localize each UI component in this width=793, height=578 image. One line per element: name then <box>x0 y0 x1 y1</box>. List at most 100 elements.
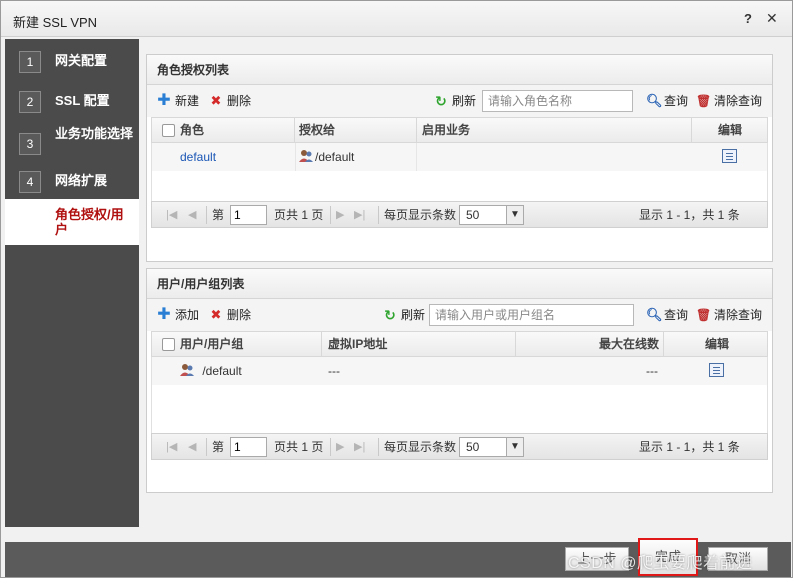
user-search-input[interactable] <box>429 304 634 326</box>
dialog-title: 新建 SSL VPN <box>13 15 98 30</box>
table-row[interactable]: default /default <box>152 143 767 171</box>
step-gateway-config[interactable]: 1 网关配置 <box>5 41 139 81</box>
user-grid-header: 用户/用户组 虚拟IP地址 最大在线数 编辑 <box>151 331 768 357</box>
step-number: 1 <box>19 51 41 73</box>
column-user[interactable]: 用户/用户组 <box>180 332 322 356</box>
help-icon[interactable]: ? <box>744 11 752 26</box>
delete-label: 删除 <box>227 308 252 322</box>
step-role-authorization[interactable]: 5 角色授权/用户 <box>5 199 139 245</box>
per-page-label: 每页显示条数 <box>384 440 457 454</box>
column-edit: 编辑 <box>705 337 730 351</box>
step-label: 网络扩展 <box>55 173 108 188</box>
column-grant[interactable]: 授权给 <box>297 118 417 142</box>
previous-step-button[interactable]: 上一步 <box>565 547 629 571</box>
first-page-icon[interactable]: |◀ <box>166 440 177 454</box>
select-all-checkbox[interactable] <box>162 124 175 137</box>
clear-filter-icon: 🗑︎ <box>696 308 712 322</box>
user-value: /default <box>202 364 242 378</box>
search-icon: 🔍︎ <box>646 307 663 322</box>
page-total: 页共 1 页 <box>274 208 324 222</box>
refresh-user-button[interactable]: ↻ 刷新 <box>383 307 425 323</box>
user-pagination: |◀ ◀ 第 页共 1 页 ▶ ▶| 每页显示条数 50 ▼ 显示 1 - 1，… <box>151 433 768 460</box>
virtual-ip-cell: --- <box>328 364 340 378</box>
wizard-steps-nav: 1 网关配置 2 SSL 配置 3 业务功能选择 4 网络扩展 5 角色授权/用… <box>5 39 139 527</box>
close-icon[interactable]: ✕ <box>766 10 778 27</box>
clear-query-label: 清除查询 <box>714 308 763 322</box>
delete-label: 删除 <box>227 94 252 108</box>
query-role-button[interactable]: 🔍︎ 查询 <box>646 93 688 109</box>
step-ssl-config[interactable]: 2 SSL 配置 <box>5 81 139 121</box>
per-page-value: 50 <box>466 440 480 454</box>
pager-divider <box>206 438 207 456</box>
add-user-button[interactable]: ✚ 添加 <box>157 307 199 323</box>
query-user-button[interactable]: 🔍︎ 查询 <box>646 307 688 323</box>
table-row[interactable]: /default --- --- <box>152 357 767 385</box>
column-max-online[interactable]: 最大在线数 <box>518 332 664 356</box>
pager-summary: 显示 1 - 1，共 1 条 <box>639 208 740 222</box>
user-toolbar: ✚ 添加 ✖ 删除 ↻ 刷新 🔍︎ 查询 🗑︎ 清除查询 <box>147 299 772 331</box>
per-page-select[interactable]: 50 ▼ <box>459 205 524 225</box>
clear-user-query-button[interactable]: 🗑︎ 清除查询 <box>696 307 762 323</box>
step-number: 4 <box>19 171 41 193</box>
step-network-extension[interactable]: 4 网络扩展 <box>5 161 139 201</box>
user-grid-body: /default --- --- <box>151 357 768 433</box>
dialog-footer: 上一步 完成 取消 <box>5 538 791 577</box>
page-number-input[interactable] <box>230 437 267 457</box>
refresh-icon: ↻ <box>435 93 447 109</box>
select-all-checkbox[interactable] <box>162 338 175 351</box>
edit-icon[interactable] <box>722 149 737 163</box>
column-virtual-ip[interactable]: 虚拟IP地址 <box>324 332 516 356</box>
refresh-label: 刷新 <box>401 308 426 322</box>
user-group-panel: 用户/用户组列表 ✚ 添加 ✖ 删除 ↻ 刷新 🔍︎ 查询 🗑︎ 清除查询 <box>146 268 773 493</box>
pager-summary: 显示 1 - 1，共 1 条 <box>639 440 740 454</box>
delete-user-button[interactable]: ✖ 删除 <box>209 307 251 323</box>
step-label: 业务功能选择 <box>55 126 134 141</box>
clear-query-label: 清除查询 <box>714 94 763 108</box>
last-page-icon[interactable]: ▶| <box>354 208 365 222</box>
row-divider <box>416 143 417 171</box>
column-edit: 编辑 <box>718 123 743 137</box>
query-label: 查询 <box>664 308 689 322</box>
finish-button[interactable]: 完成 <box>638 538 698 576</box>
clear-role-query-button[interactable]: 🗑︎ 清除查询 <box>696 93 762 109</box>
page-number-input[interactable] <box>230 205 267 225</box>
last-page-icon[interactable]: ▶| <box>354 440 365 454</box>
edit-cell <box>709 363 724 377</box>
refresh-icon: ↻ <box>384 307 396 323</box>
user-group-icon <box>180 364 194 376</box>
new-label: 新建 <box>175 94 200 108</box>
next-page-icon[interactable]: ▶ <box>336 208 344 222</box>
prev-page-icon[interactable]: ◀ <box>188 208 196 222</box>
new-ssl-vpn-dialog: 新建 SSL VPN ? ✕ 1 网关配置 2 SSL 配置 3 业务功能选择 … <box>0 0 793 578</box>
column-services[interactable]: 启用业务 <box>420 118 692 142</box>
page-prefix: 第 <box>212 440 225 454</box>
first-page-icon[interactable]: |◀ <box>166 208 177 222</box>
grant-cell: /default <box>299 143 354 171</box>
role-toolbar: ✚ 新建 ✖ 删除 ↻ 刷新 🔍︎ 查询 🗑︎ 清除查询 <box>147 85 772 117</box>
page-prefix: 第 <box>212 208 225 222</box>
prev-page-icon[interactable]: ◀ <box>188 440 196 454</box>
pager-divider <box>330 206 331 224</box>
per-page-label: 每页显示条数 <box>384 208 457 222</box>
column-role[interactable]: 角色 <box>180 118 295 142</box>
step-number: 5 <box>19 211 41 233</box>
next-page-icon[interactable]: ▶ <box>336 440 344 454</box>
delete-role-button[interactable]: ✖ 删除 <box>209 93 251 109</box>
clear-filter-icon: 🗑︎ <box>696 94 712 108</box>
query-label: 查询 <box>664 94 689 108</box>
refresh-label: 刷新 <box>452 94 477 108</box>
cancel-button[interactable]: 取消 <box>708 547 768 571</box>
refresh-role-button[interactable]: ↻ 刷新 <box>434 93 476 109</box>
add-label: 添加 <box>175 308 200 322</box>
delete-icon: ✖ <box>210 307 222 322</box>
new-role-button[interactable]: ✚ 新建 <box>157 93 199 109</box>
grant-value: /default <box>315 150 355 164</box>
pager-divider <box>330 438 331 456</box>
per-page-select[interactable]: 50 ▼ <box>459 437 524 457</box>
search-icon: 🔍︎ <box>646 93 663 108</box>
role-name-link[interactable]: default <box>180 143 216 171</box>
user-group-icon <box>299 150 313 162</box>
role-grid-header: 角色 授权给 启用业务 编辑 <box>151 117 768 143</box>
edit-icon[interactable] <box>709 363 724 377</box>
role-search-input[interactable] <box>482 90 633 112</box>
